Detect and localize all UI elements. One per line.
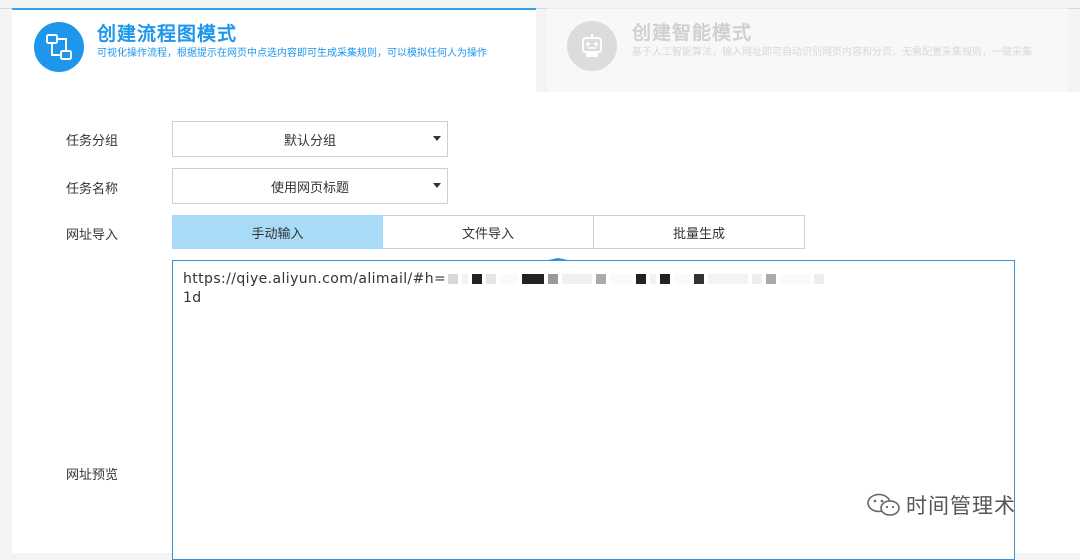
robot-icon [567, 21, 617, 71]
tab-file-import[interactable]: 文件导入 [383, 215, 594, 249]
wechat-icon [867, 493, 900, 516]
flowchart-mode-tab[interactable]: 创建流程图模式 可视化操作流程，根据提示在网页中点选内容即可生成采集规则，可以模… [12, 8, 536, 92]
url-import-tabs: 手动输入 文件导入 批量生成 [172, 215, 805, 249]
watermark-text: 时间管理术 [906, 494, 1016, 518]
smart-mode-description: 基于人工智能算法，输入网址即可自动识别网页内容和分页，无需配置采集规则，一键采集 [632, 47, 1032, 58]
flowchart-icon [34, 22, 84, 72]
task-name-value: 使用网页标题 [270, 180, 349, 196]
chevron-down-icon [433, 183, 441, 188]
tab-manual-input[interactable]: 手动输入 [172, 215, 383, 249]
chevron-down-icon [433, 136, 441, 141]
task-group-select[interactable]: 默认分组 [172, 121, 448, 157]
url-import-label: 网址导入 [66, 228, 119, 243]
url-text-continuation: 1d [183, 290, 202, 306]
task-group-label: 任务分组 [66, 134, 119, 149]
wechat-watermark: 时间管理术 [866, 490, 1016, 520]
tab-batch-generate[interactable]: 批量生成 [594, 215, 805, 249]
task-name-label: 任务名称 [66, 182, 119, 197]
url-preview-label: 网址预览 [66, 468, 119, 483]
task-name-select[interactable]: 使用网页标题 [172, 168, 448, 204]
flowchart-mode-title: 创建流程图模式 [97, 23, 238, 45]
flowchart-mode-description: 可视化操作流程，根据提示在网页中点选内容即可生成采集规则，可以模拟任何人为操作 [97, 48, 487, 59]
smart-mode-title: 创建智能模式 [632, 22, 753, 44]
smart-mode-tab[interactable]: 创建智能模式 基于人工智能算法，输入网址即可自动识别网页内容和分页，无需配置采集… [547, 8, 1068, 92]
task-group-value: 默认分组 [283, 133, 336, 149]
task-creation-window: 创建流程图模式 可视化操作流程，根据提示在网页中点选内容即可生成采集规则，可以模… [0, 0, 1080, 560]
redacted-url-segment [446, 271, 826, 287]
url-text: https://qiye.aliyun.com/alimail/#h= [183, 271, 447, 287]
